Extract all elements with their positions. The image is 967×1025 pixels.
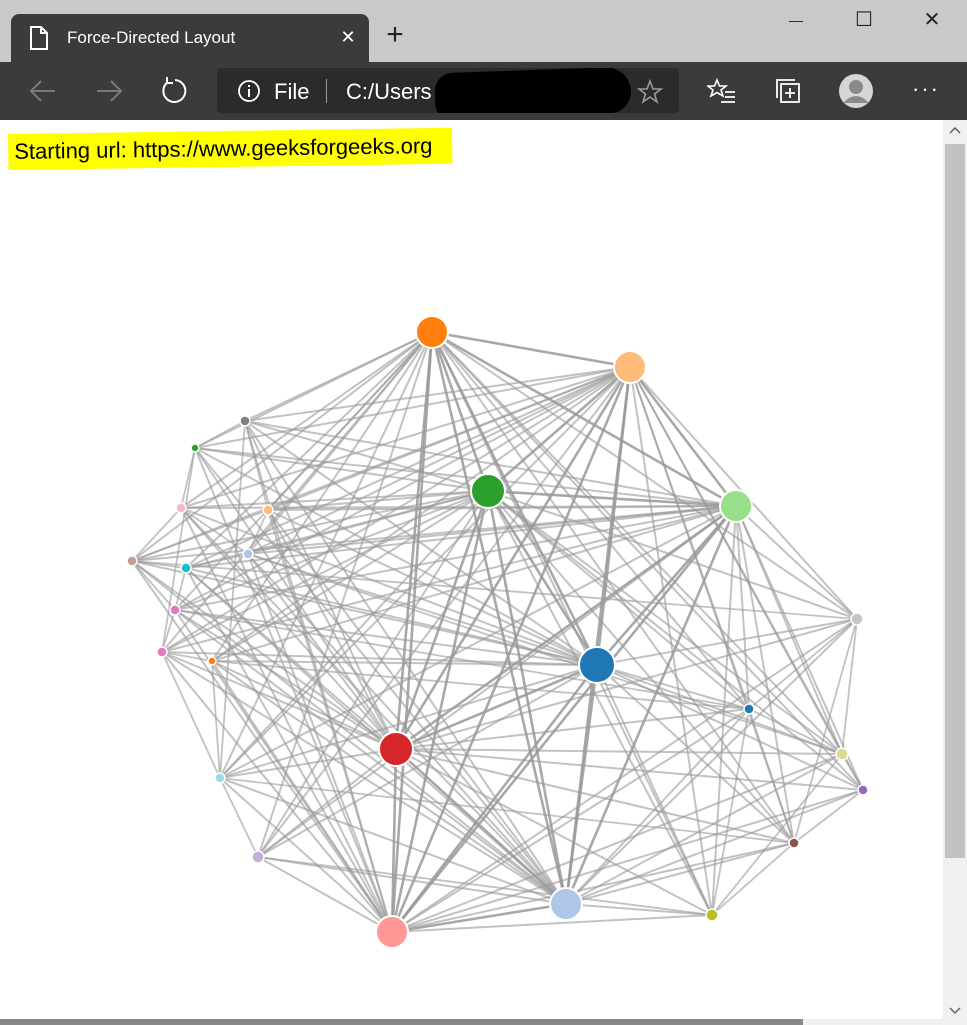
collections-icon[interactable] <box>774 77 802 105</box>
redaction-mark <box>434 68 632 113</box>
graph-node[interactable] <box>126 555 138 567</box>
browser-tab[interactable]: Force-Directed Layout ✕ <box>11 14 369 62</box>
scroll-down-icon[interactable] <box>949 1007 961 1015</box>
graph-node[interactable] <box>180 562 192 574</box>
graph-link <box>161 651 393 933</box>
graph-link <box>793 789 864 844</box>
address-path[interactable]: C:/Users <box>346 79 432 105</box>
avatar-icon[interactable] <box>838 73 874 109</box>
graph-node[interactable] <box>743 703 755 715</box>
graph-node[interactable] <box>788 837 800 849</box>
graph-node[interactable] <box>378 731 414 767</box>
graph-link <box>748 618 858 710</box>
graph-node[interactable] <box>242 548 254 560</box>
graph-node[interactable] <box>705 908 719 922</box>
starting-url-label: Starting url: https://www.geeksforgeeks.… <box>8 127 453 170</box>
horizontal-scrollbar[interactable] <box>0 1019 943 1025</box>
graph-node[interactable] <box>251 850 265 864</box>
graph-node[interactable] <box>175 502 187 514</box>
graph-link <box>257 505 737 858</box>
maximize-icon[interactable]: ☐ <box>852 8 876 32</box>
graph-node[interactable] <box>190 443 200 453</box>
address-bar[interactable]: File C:/Users <box>217 68 679 113</box>
vertical-scrollbar[interactable] <box>943 120 967 1025</box>
back-arrow-icon[interactable] <box>28 78 58 104</box>
graph-link <box>211 660 221 779</box>
tab-bar: Force-Directed Layout ✕ + — ☐ ✕ <box>0 0 967 62</box>
graph-link <box>487 366 631 492</box>
tab-close-icon[interactable]: ✕ <box>337 26 359 48</box>
starting-url-text: Starting url: https://www.geeksforgeeks.… <box>14 133 433 164</box>
graph-node[interactable] <box>613 350 647 384</box>
graph-link <box>748 708 843 755</box>
browser-toolbar: File C:/Users ··· <box>0 62 967 120</box>
forward-arrow-icon[interactable] <box>94 78 124 104</box>
graph-node[interactable] <box>719 489 753 523</box>
window-close-icon[interactable]: ✕ <box>920 8 944 32</box>
graph-node[interactable] <box>549 887 583 921</box>
graph-link <box>793 618 858 844</box>
info-icon[interactable] <box>237 79 261 103</box>
refresh-icon[interactable] <box>160 76 190 106</box>
page-content: Starting url: https://www.geeksforgeeks.… <box>0 120 943 1025</box>
graph-node[interactable] <box>214 772 226 784</box>
graph-node[interactable] <box>835 747 849 761</box>
graph-link <box>257 856 713 916</box>
graph-node[interactable] <box>470 473 506 509</box>
graph-node[interactable] <box>850 612 864 626</box>
star-icon[interactable] <box>637 79 663 105</box>
graph-node[interactable] <box>262 504 274 516</box>
graph-node[interactable] <box>169 604 181 616</box>
graph-node[interactable] <box>857 784 869 796</box>
graph-link <box>841 618 858 755</box>
scroll-up-icon[interactable] <box>949 126 961 134</box>
force-directed-graph <box>126 315 869 949</box>
favorites-list-icon[interactable] <box>707 77 737 105</box>
graph-link <box>735 505 858 620</box>
horizontal-scrollbar-thumb[interactable] <box>0 1019 803 1025</box>
tab-title: Force-Directed Layout <box>67 28 236 47</box>
new-tab-icon[interactable]: + <box>380 20 410 50</box>
document-icon <box>30 26 48 50</box>
address-separator <box>326 79 327 103</box>
more-menu-icon[interactable]: ··· <box>906 74 946 104</box>
graph-link <box>131 560 393 933</box>
graph-link <box>194 331 433 449</box>
graph-node[interactable] <box>375 915 409 949</box>
graph-node[interactable] <box>207 656 217 666</box>
minimize-icon[interactable]: — <box>784 8 808 32</box>
graph-node[interactable] <box>578 646 616 684</box>
graph-node[interactable] <box>239 415 251 427</box>
graph-node[interactable] <box>415 315 449 349</box>
address-scheme-label: File <box>274 79 310 104</box>
graph-link <box>628 366 738 507</box>
graph-node[interactable] <box>156 646 168 658</box>
scrollbar-thumb[interactable] <box>945 144 965 858</box>
